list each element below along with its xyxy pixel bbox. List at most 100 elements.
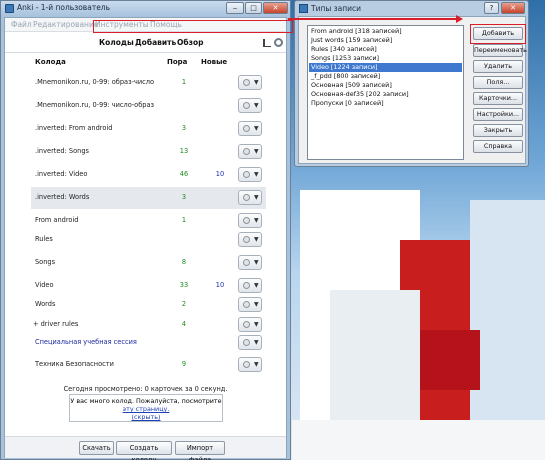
note-type-item[interactable]: From android [318 записей] — [309, 27, 462, 36]
options-button[interactable]: Настройки... — [473, 108, 523, 121]
chevron-down-icon: ▼ — [254, 171, 259, 178]
stats-icon[interactable] — [263, 39, 271, 47]
chevron-down-icon: ▼ — [254, 301, 259, 308]
close-button[interactable]: ✕ — [263, 2, 288, 14]
deck-name[interactable]: .inverted: Words — [35, 193, 89, 201]
deck-row[interactable]: .Mnemonikon.ru, 0-99: число-образ ▼ — [31, 95, 266, 117]
deck-row[interactable]: Words 2 ▼ — [31, 294, 266, 316]
toolbar-decks-link[interactable]: Колоды — [99, 38, 134, 47]
note-type-item-selected[interactable]: Video [1224 записи] — [309, 63, 462, 72]
dialog-help-button[interactable]: ? — [484, 2, 499, 14]
deck-options-button[interactable]: ▼ — [238, 357, 262, 372]
deck-name[interactable]: Специальная учебная сессия — [35, 338, 137, 346]
notice-link[interactable]: эту страницу. — [70, 405, 222, 413]
bg-building — [420, 330, 480, 390]
notice-text: У вас много колод. Пожалуйста, посмотрит… — [70, 397, 222, 405]
chevron-down-icon: ▼ — [254, 194, 259, 201]
deck-name[interactable]: Rules — [35, 235, 53, 243]
chevron-down-icon: ▼ — [254, 236, 259, 243]
deck-options-button[interactable]: ▼ — [238, 255, 262, 270]
deck-options-button[interactable]: ▼ — [238, 317, 262, 332]
sync-icon[interactable] — [274, 38, 283, 47]
gear-icon — [243, 321, 250, 328]
note-type-item[interactable]: Основная-def35 [202 записи] — [309, 90, 462, 99]
deck-name[interactable]: From android — [35, 216, 78, 224]
toolbar-add-link[interactable]: Добавить — [135, 38, 176, 47]
close-button[interactable]: Закрыть — [473, 124, 523, 137]
deck-row-current[interactable]: .inverted: Words 3 ▼ — [31, 187, 266, 209]
deck-options-button[interactable]: ▼ — [238, 278, 262, 293]
note-type-item[interactable]: Пропуски [0 записей] — [309, 99, 462, 108]
column-header-deck: Колода — [35, 58, 66, 66]
title-bar[interactable]: Anki - 1-й пользователь ‒ □ ✕ — [1, 1, 290, 17]
deck-row[interactable]: .inverted: Video 46 10 ▼ — [31, 164, 266, 186]
deck-options-button[interactable]: ▼ — [238, 297, 262, 312]
deck-options-button[interactable]: ▼ — [238, 75, 262, 90]
gear-icon — [243, 259, 250, 266]
deck-due-count: 3 — [181, 193, 187, 201]
gear-icon — [243, 301, 250, 308]
cards-button[interactable]: Карточки... — [473, 92, 523, 105]
deck-options-button[interactable]: ▼ — [238, 144, 262, 159]
deck-name[interactable]: Video — [35, 281, 53, 289]
note-type-item[interactable]: Основная [509 записей] — [309, 81, 462, 90]
rename-button[interactable]: Переименовать — [473, 44, 527, 57]
deck-row[interactable]: .inverted: From android 3 ▼ — [31, 118, 266, 140]
deck-name[interactable]: Songs — [35, 258, 55, 266]
download-button[interactable]: Скачать — [79, 441, 114, 455]
note-types-list[interactable]: From android [318 записей] Just words [1… — [307, 25, 464, 160]
gear-icon — [243, 339, 250, 346]
fields-button[interactable]: Поля... — [473, 76, 523, 89]
deck-name[interactable]: .Mnemonikon.ru, 0-99: число-образ — [35, 101, 154, 109]
note-type-item[interactable]: _f_pdd [800 записей] — [309, 72, 462, 81]
import-file-button[interactable]: Импорт файла — [175, 441, 225, 460]
callout-arrowhead — [456, 15, 463, 23]
deck-name[interactable]: .inverted: Songs — [35, 147, 89, 155]
deck-options-button[interactable]: ▼ — [238, 232, 262, 247]
deck-due-count: 46 — [179, 170, 189, 178]
deck-name[interactable]: Words — [35, 300, 55, 308]
deck-options-button[interactable]: ▼ — [238, 335, 262, 350]
deck-row[interactable]: Техника Безопасности 9 ▼ — [31, 354, 266, 376]
deck-name[interactable]: Техника Безопасности — [35, 360, 114, 368]
deck-new-count: 10 — [215, 281, 225, 289]
deck-options-button[interactable]: ▼ — [238, 190, 262, 205]
deck-row[interactable]: .inverted: Songs 13 ▼ — [31, 141, 266, 163]
gear-icon — [243, 125, 250, 132]
bg-building — [292, 420, 545, 460]
deck-row[interactable]: Специальная учебная сессия ▼ — [31, 332, 266, 354]
deck-name[interactable]: + driver rules — [33, 320, 78, 328]
deck-options-button[interactable]: ▼ — [238, 167, 262, 182]
chevron-down-icon: ▼ — [254, 79, 259, 86]
menu-file[interactable]: Файл — [11, 20, 32, 29]
dialog-title-bar[interactable]: Типы записи ? ✕ — [295, 1, 528, 16]
note-type-item[interactable]: Songs [1253 записи] — [309, 54, 462, 63]
deck-due-count: 1 — [181, 78, 187, 86]
deck-row[interactable]: .Mnemonikon.ru, 0-99: образ-число 1 ▼ — [31, 72, 266, 94]
toolbar-browse-link[interactable]: Обзор — [177, 38, 204, 47]
deck-options-button[interactable]: ▼ — [238, 213, 262, 228]
create-deck-button[interactable]: Создать колоду — [116, 441, 172, 460]
chevron-down-icon: ▼ — [254, 339, 259, 346]
gear-icon — [243, 361, 250, 368]
note-type-item[interactable]: Rules [340 записей] — [309, 45, 462, 54]
deck-options-button[interactable]: ▼ — [238, 98, 262, 113]
deck-name[interactable]: .Mnemonikon.ru, 0-99: образ-число — [35, 78, 154, 86]
deck-row[interactable]: Rules ▼ — [31, 229, 266, 251]
chevron-down-icon: ▼ — [254, 148, 259, 155]
maximize-button[interactable]: □ — [245, 2, 262, 14]
deck-new-count: 10 — [215, 170, 225, 178]
delete-button[interactable]: Удалить — [473, 60, 523, 73]
deck-name[interactable]: .inverted: Video — [35, 170, 87, 178]
notice-hide-link[interactable]: (скрыть) — [70, 413, 222, 421]
deck-options-button[interactable]: ▼ — [238, 121, 262, 136]
help-button[interactable]: Справка — [473, 140, 523, 153]
chevron-down-icon: ▼ — [254, 282, 259, 289]
deck-row[interactable]: Songs 8 ▼ — [31, 252, 266, 274]
minimize-button[interactable]: ‒ — [226, 2, 244, 14]
menu-edit[interactable]: Редактирование — [33, 20, 98, 29]
deck-due-count: 13 — [179, 147, 189, 155]
note-type-item[interactable]: Just words [159 записей] — [309, 36, 462, 45]
deck-name[interactable]: .inverted: From android — [35, 124, 112, 132]
dialog-close-button[interactable]: ✕ — [501, 2, 525, 14]
